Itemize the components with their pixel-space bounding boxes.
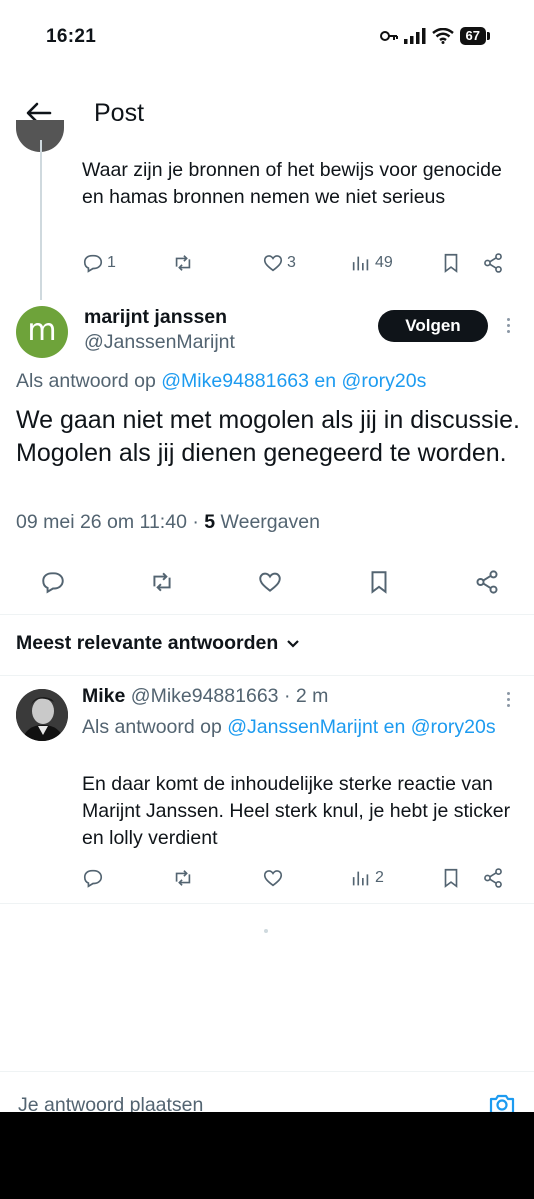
parent-reply-button[interactable]: 1	[82, 252, 172, 274]
author-name[interactable]: marijnt janssen	[84, 306, 227, 329]
divider	[0, 675, 534, 676]
mention-and[interactable]: en	[384, 716, 406, 738]
parent-bookmark-button[interactable]	[440, 252, 482, 274]
reply-like-button[interactable]	[262, 867, 350, 889]
repost-button[interactable]	[149, 569, 175, 595]
main-action-bar	[40, 569, 500, 595]
reply-prefix: Als antwoord op	[16, 370, 156, 392]
repost-icon	[152, 572, 171, 592]
like-button[interactable]	[257, 569, 283, 595]
heart-icon	[259, 572, 281, 592]
bookmark-icon	[444, 253, 458, 273]
reply-icon	[42, 572, 64, 594]
reply-author-name[interactable]: Mike	[82, 685, 125, 707]
thread-line	[40, 140, 42, 300]
key-icon	[379, 31, 398, 41]
battery-level: 67	[459, 27, 486, 45]
reply-share-button[interactable]	[482, 867, 506, 889]
tweet-meta: 09 mei 26 om 11:40 · 5 Weergaven	[16, 511, 320, 534]
reply-text: En daar komt de inhoudelijke sterke reac…	[82, 773, 511, 849]
reply-prefix: Als antwoord op	[82, 716, 222, 738]
reply-views-count: 2	[375, 869, 384, 886]
clock: 16:21	[46, 26, 97, 47]
sort-replies-dropdown[interactable]: Meest relevante antwoorden	[16, 632, 300, 655]
status-icons: 67	[379, 27, 490, 45]
reply-author-handle[interactable]: @Mike94881663	[131, 685, 279, 707]
reply-author-line: Mike @Mike94881663 · 2 m	[82, 685, 328, 708]
parent-share-button[interactable]	[482, 252, 506, 274]
share-button[interactable]	[474, 569, 500, 595]
parent-repost-button[interactable]	[172, 252, 262, 274]
heart-icon	[263, 255, 283, 272]
share-icon	[484, 253, 502, 273]
divider	[0, 903, 534, 904]
heart-icon	[263, 870, 283, 887]
mention-link[interactable]: @JanssenMarijnt	[227, 716, 378, 738]
views-icon	[352, 871, 369, 886]
mention-link[interactable]: @rory20s	[411, 716, 496, 738]
repost-icon	[175, 255, 191, 271]
mention-link[interactable]: @rory20s	[342, 370, 427, 392]
author-avatar[interactable]: m	[16, 306, 68, 358]
share-icon	[476, 570, 498, 594]
loading-dot	[264, 929, 268, 933]
meta-separator: ·	[192, 511, 199, 533]
parent-views-count: 49	[375, 254, 393, 271]
chevron-down-icon	[287, 639, 300, 648]
system-navigation-bar	[0, 1112, 534, 1199]
reply-composer[interactable]: Je antwoord plaatsen	[0, 1071, 534, 1112]
reply-action-bar: 2	[82, 867, 512, 889]
camera-icon[interactable]	[488, 1090, 516, 1112]
tweet-timestamp[interactable]: 09 mei 26 om 11:40	[16, 511, 187, 533]
battery-indicator: 67	[459, 27, 490, 45]
top-app-bar: Post	[0, 90, 534, 138]
wifi-icon	[431, 28, 454, 44]
share-icon	[484, 868, 502, 888]
reply-button[interactable]	[40, 569, 66, 595]
tweet-text: We gaan niet met mogolen als jij in disc…	[16, 406, 520, 467]
more-options-icon[interactable]	[507, 318, 511, 333]
follow-button[interactable]: Volgen	[378, 310, 488, 342]
reply-time: · 2 m	[283, 685, 329, 707]
repost-icon	[175, 870, 191, 886]
battery-tip	[487, 32, 490, 40]
mention-link[interactable]: @Mike94881663	[161, 370, 309, 392]
reply-reply-button[interactable]	[82, 867, 172, 889]
divider	[0, 614, 534, 615]
parent-action-bar: 1 3 49	[82, 252, 512, 274]
reply-more-options-icon[interactable]	[507, 692, 511, 707]
reply-icon	[83, 869, 103, 888]
bookmark-icon	[444, 868, 458, 888]
page-title: Post	[94, 99, 145, 127]
reply-context: Als antwoord op @JanssenMarijnt en @rory…	[82, 714, 522, 741]
signal-icon	[403, 28, 426, 44]
views-label: Weergaven	[220, 511, 320, 533]
parent-reply-count: 1	[107, 254, 116, 271]
parent-tweet-text: Waar zijn je bronnen of het bewijs voor …	[82, 159, 502, 208]
reply-views-button[interactable]: 2	[350, 867, 440, 889]
views-icon	[352, 256, 369, 271]
views-count: 5	[204, 511, 216, 533]
parent-like-count: 3	[287, 254, 296, 271]
author-handle[interactable]: @JanssenMarijnt	[84, 331, 235, 354]
reply-bookmark-button[interactable]	[440, 867, 482, 889]
bookmark-icon	[371, 571, 386, 594]
parent-views-button[interactable]: 49	[350, 252, 440, 274]
main-reply-context: Als antwoord op @Mike94881663 en @rory20…	[16, 370, 426, 393]
sort-label: Meest relevante antwoorden	[16, 632, 279, 654]
reply-input-placeholder[interactable]: Je antwoord plaatsen	[18, 1094, 203, 1112]
reply-repost-button[interactable]	[172, 867, 262, 889]
reply-author-avatar[interactable]	[16, 689, 68, 741]
portrait-image	[16, 689, 68, 741]
reply-icon	[83, 254, 103, 273]
status-bar: 16:21 67	[0, 0, 534, 76]
bookmark-button[interactable]	[366, 569, 392, 595]
parent-like-button[interactable]: 3	[262, 252, 350, 274]
mention-and[interactable]: en	[314, 370, 336, 392]
